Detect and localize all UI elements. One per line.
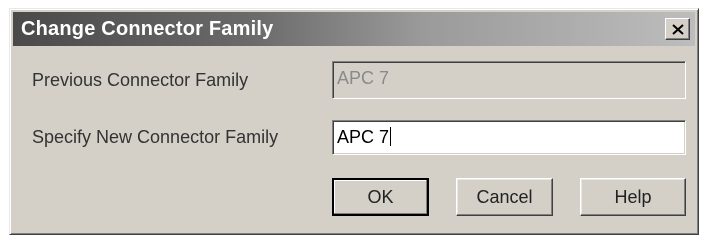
new-family-value: APC 7 bbox=[337, 127, 390, 147]
title-bar[interactable]: Change Connector Family bbox=[13, 12, 695, 46]
ok-button[interactable]: OK bbox=[332, 178, 429, 216]
previous-family-value: APC 7 bbox=[337, 68, 390, 88]
text-caret bbox=[390, 127, 392, 146]
new-family-input[interactable]: APC 7 bbox=[332, 120, 686, 155]
dialog-title: Change Connector Family bbox=[21, 18, 274, 40]
previous-family-label: Previous Connector Family bbox=[32, 70, 249, 90]
new-family-label: Specify New Connector Family bbox=[32, 127, 279, 147]
help-button[interactable]: Help bbox=[580, 178, 686, 216]
close-icon bbox=[671, 23, 684, 35]
close-button[interactable] bbox=[665, 18, 690, 40]
change-connector-family-dialog: Change Connector Family Previous Connect… bbox=[9, 8, 699, 235]
cancel-button[interactable]: Cancel bbox=[456, 178, 553, 216]
previous-family-field: APC 7 bbox=[332, 61, 686, 99]
